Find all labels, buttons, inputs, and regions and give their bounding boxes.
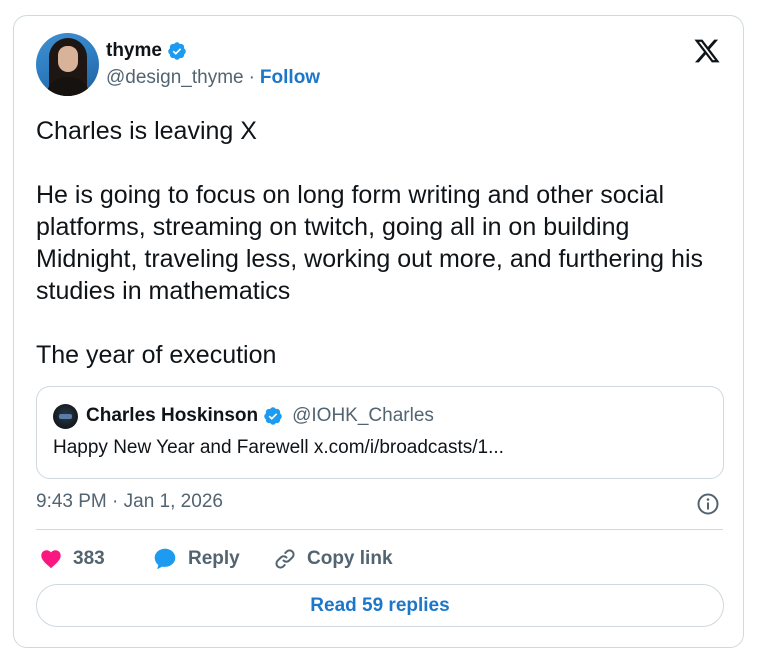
tweet-text: Charles is leaving X He is going to focu… (36, 115, 726, 371)
tweet-paragraph: He is going to focus on long form writin… (36, 181, 703, 305)
reply-button[interactable]: Reply (152, 544, 240, 574)
x-logo-icon[interactable] (693, 37, 721, 65)
quote-author-name: Charles Hoskinson (86, 405, 259, 426)
separator-dot: · (248, 67, 255, 88)
author-handle[interactable]: @design_thyme (106, 67, 244, 89)
author-name[interactable]: thyme (106, 40, 162, 62)
heart-icon (41, 550, 61, 569)
tweet-card: thyme @design_thyme · Follow Charles is … (13, 15, 744, 648)
verified-badge-icon (168, 42, 186, 60)
copy-link-button[interactable]: Copy link (273, 544, 393, 574)
divider (36, 529, 723, 530)
quote-text: Happy New Year and Farewell x.com/i/broa… (53, 437, 504, 458)
quote-author-handle: @IOHK_Charles (292, 405, 434, 426)
read-replies-button[interactable]: Read 59 replies (36, 584, 724, 627)
follow-button[interactable]: Follow (260, 67, 320, 89)
quoted-tweet[interactable]: Charles Hoskinson @IOHK_Charles Happy Ne… (36, 386, 724, 479)
author-avatar[interactable] (36, 33, 99, 96)
link-icon (275, 549, 295, 569)
quote-author-avatar (53, 403, 78, 429)
tweet-paragraph: Charles is leaving X (36, 117, 257, 145)
reply-label: Reply (188, 548, 240, 569)
quote-header: Charles Hoskinson @IOHK_Charles (53, 403, 434, 429)
like-count: 383 (73, 548, 105, 569)
author-handle-row: @design_thyme · Follow (106, 67, 320, 89)
info-icon[interactable] (696, 492, 720, 516)
tweet-timestamp[interactable]: 9:43 PM · Jan 1, 2026 (36, 491, 223, 513)
like-button[interactable]: 383 (39, 544, 105, 574)
author-name-row: thyme (106, 39, 187, 63)
verified-badge-icon (264, 407, 282, 425)
tweet-paragraph: The year of execution (36, 341, 277, 369)
copy-link-label: Copy link (307, 548, 393, 569)
speech-bubble-icon (154, 548, 176, 570)
